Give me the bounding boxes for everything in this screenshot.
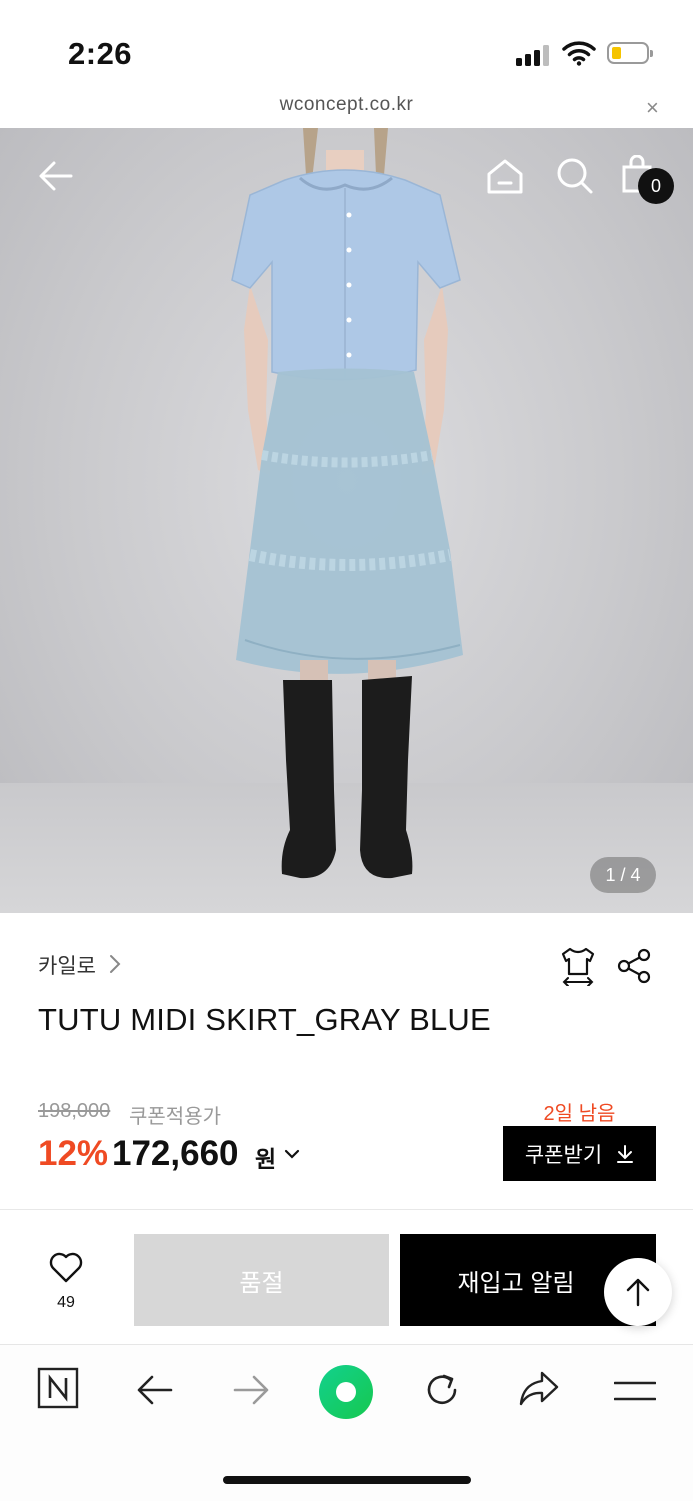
get-coupon-button[interactable]: 쿠폰받기 <box>503 1126 656 1181</box>
brand-link[interactable]: 카일로 <box>38 950 96 980</box>
soldout-button[interactable]: 품절 <box>134 1234 389 1326</box>
search-icon[interactable] <box>556 157 594 195</box>
naver-icon[interactable] <box>37 1367 79 1409</box>
cellular-signal-icon <box>516 44 552 66</box>
status-time: 2:26 <box>68 36 133 71</box>
chevron-down-icon[interactable] <box>284 1148 300 1160</box>
close-url-icon[interactable]: × <box>646 95 659 121</box>
like-count: 49 <box>57 1294 75 1311</box>
share-forward-icon[interactable] <box>518 1370 560 1408</box>
arrow-up-icon <box>626 1278 650 1307</box>
back-icon[interactable] <box>136 1373 174 1407</box>
sale-price: 172,660 <box>112 1134 239 1173</box>
product-title: TUTU MIDI SKIRT_GRAY BLUE <box>38 1002 491 1037</box>
wifi-icon <box>562 41 596 66</box>
get-coupon-label: 쿠폰받기 <box>524 1143 603 1167</box>
cart-count-badge: 0 <box>638 168 674 204</box>
coupon-days-left: 2일 남음 <box>543 1103 616 1125</box>
currency-unit: 원 <box>255 1146 277 1172</box>
green-dot-icon[interactable] <box>318 1364 374 1420</box>
image-counter: 1 / 4 <box>590 857 656 893</box>
coupon-price-label: 쿠폰적용가 <box>129 1106 221 1128</box>
home-icon[interactable] <box>486 157 524 195</box>
menu-icon[interactable] <box>614 1380 656 1402</box>
forward-icon[interactable] <box>232 1373 270 1407</box>
section-divider <box>0 1209 693 1210</box>
discount-rate: 12% <box>38 1134 109 1173</box>
reload-icon[interactable] <box>422 1370 462 1410</box>
chevron-right-icon[interactable] <box>108 953 122 975</box>
battery-icon <box>607 42 653 64</box>
url-text[interactable]: wconcept.co.kr <box>0 94 693 116</box>
back-arrow-icon[interactable] <box>38 158 74 194</box>
original-price: 198,000 <box>38 1100 111 1122</box>
share-icon[interactable] <box>616 948 652 984</box>
download-icon <box>617 1144 634 1163</box>
heart-icon[interactable] <box>48 1252 84 1284</box>
product-photo <box>231 128 463 879</box>
home-indicator <box>223 1476 471 1484</box>
scroll-to-top-button[interactable] <box>604 1258 672 1326</box>
product-image-carousel[interactable] <box>0 128 693 913</box>
size-guide-icon[interactable] <box>560 946 596 986</box>
